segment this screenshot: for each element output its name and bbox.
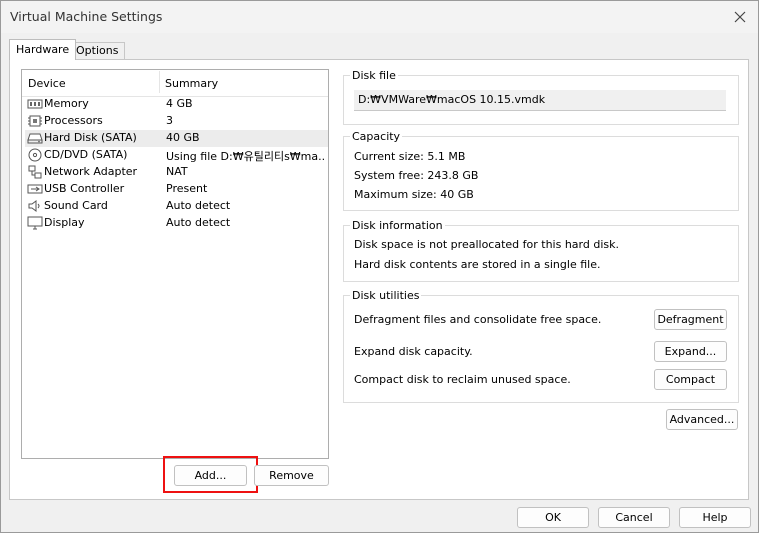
cancel-button[interactable]: Cancel [598,507,670,528]
device-list[interactable]: Device Summary Memory 4 GB Processors 3 … [21,69,329,459]
device-summary: 40 GB [166,131,200,144]
device-name: Hard Disk (SATA) [44,131,137,144]
device-row-network-adapter[interactable]: Network Adapter NAT [25,164,328,181]
tab-hardware[interactable]: Hardware [9,39,77,60]
hard-disk-icon [27,133,43,144]
capacity-group: Capacity Current size: 5.1 MB System fre… [343,130,739,211]
help-button[interactable]: Help [679,507,751,528]
device-name: Processors [44,114,103,127]
compact-button[interactable]: Compact [654,369,727,390]
tab-hardware-label: Hardware [16,43,70,56]
device-row-cd-dvd[interactable]: CD/DVD (SATA) Using file D:₩유틸리티s₩ma... [25,147,328,164]
current-size-text: Current size: 5.1 MB [354,150,466,163]
disk-info-line-2: Hard disk contents are stored in a singl… [354,258,601,271]
disk-utilities-group: Disk utilities Defragment files and cons… [343,289,739,403]
disk-utilities-title: Disk utilities [350,289,422,302]
capacity-title: Capacity [350,130,403,143]
device-row-hard-disk[interactable]: Hard Disk (SATA) 40 GB [25,130,328,147]
speaker-icon [28,200,40,212]
monitor-icon [27,216,43,230]
tab-options-label: Options [76,44,119,57]
ok-button[interactable]: OK [517,507,589,528]
device-row-display[interactable]: Display Auto detect [25,215,328,232]
compact-description: Compact disk to reclaim unused space. [354,373,571,386]
add-hardware-button[interactable]: Add... [174,465,247,486]
device-summary: Auto detect [166,216,231,229]
advanced-button[interactable]: Advanced... [666,409,738,430]
device-summary: NAT [166,165,188,178]
device-row-usb-controller[interactable]: USB Controller Present [25,181,328,198]
tab-options[interactable]: Options [69,42,126,60]
memory-icon [27,99,43,109]
device-summary: Auto detect [166,199,231,212]
title-bar: Virtual Machine Settings [1,1,758,33]
device-name: Sound Card [44,199,108,212]
maximum-size-text: Maximum size: 40 GB [354,188,474,201]
disk-information-group: Disk information Disk space is not preal… [343,219,739,282]
disk-information-title: Disk information [350,219,445,232]
expand-button[interactable]: Expand... [654,341,727,362]
device-name: Display [44,216,85,229]
close-button[interactable] [728,5,752,29]
device-summary: Using file D:₩유틸리티s₩ma... [166,150,326,163]
column-header-device[interactable]: Device [28,77,66,90]
device-name: USB Controller [44,182,125,195]
device-row-memory[interactable]: Memory 4 GB [25,96,328,113]
device-name: Memory [44,97,89,110]
device-summary: 3 [166,114,173,127]
processor-icon [28,115,42,127]
window-title: Virtual Machine Settings [10,9,163,24]
usb-icon [27,184,43,194]
disk-file-title: Disk file [350,69,398,82]
remove-hardware-button[interactable]: Remove [254,465,329,486]
disk-info-line-1: Disk space is not preallocated for this … [354,238,619,251]
disk-file-path[interactable]: D:₩VMWare₩macOS 10.15.vmdk [354,90,726,111]
network-adapter-icon [28,165,42,179]
system-free-text: System free: 243.8 GB [354,169,479,182]
device-name: CD/DVD (SATA) [44,148,128,161]
list-header: Device Summary [22,70,328,97]
device-summary: Present [166,182,208,195]
column-header-summary[interactable]: Summary [165,77,218,90]
close-icon [734,11,746,23]
expand-description: Expand disk capacity. [354,345,473,358]
defragment-description: Defragment files and consolidate free sp… [354,313,602,326]
column-divider[interactable] [159,71,160,93]
device-name: Network Adapter [44,165,138,178]
vm-settings-window: Virtual Machine Settings Hardware Option… [0,0,759,533]
disk-file-group: Disk file D:₩VMWare₩macOS 10.15.vmdk [343,69,739,125]
device-summary: 4 GB [166,97,193,110]
defragment-button[interactable]: Defragment [654,309,727,330]
device-row-processors[interactable]: Processors 3 [25,113,328,130]
cd-dvd-icon [28,148,42,162]
device-row-sound-card[interactable]: Sound Card Auto detect [25,198,328,215]
